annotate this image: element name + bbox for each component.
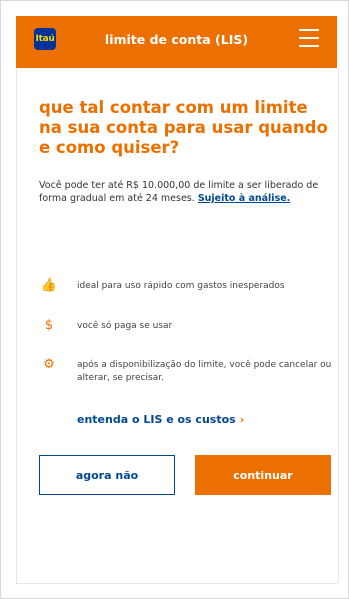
money-icon: $ [44,318,54,333]
subject-to-analysis-link[interactable]: Sujeito à análise. [198,192,290,205]
description: Você pode ter até R$ 10.000,00 de limite… [39,179,329,205]
feature-text: ideal para uso rápido com gastos inesper… [77,281,285,291]
thumbs-up-icon: 👍 [40,278,58,293]
lis-costs-link-label: entenda o LIS e os custos [77,413,236,426]
feature-text: após a disponibilização do limite, você … [77,360,332,383]
content-bottom-border [16,583,338,584]
lis-costs-link[interactable]: entenda o LIS e os custos › [77,413,244,426]
menu-line [299,45,319,47]
page-title: limite de conta (LIS) [104,32,249,47]
chevron-right-icon: › [239,413,245,426]
not-now-button[interactable]: agora não [39,455,175,495]
main-content: que tal contar com um limite na sua cont… [16,68,339,583]
continue-button[interactable]: continuar [195,455,331,495]
app-header: Itaú limite de conta (LIS) [16,16,337,68]
hamburger-menu-icon[interactable] [299,29,319,47]
headline: que tal contar com um limite na sua cont… [39,98,328,157]
menu-line [299,29,319,31]
feature-text: você só paga se usar [77,321,173,331]
settings-icon: ⚙ [43,357,55,372]
menu-line [299,37,319,39]
